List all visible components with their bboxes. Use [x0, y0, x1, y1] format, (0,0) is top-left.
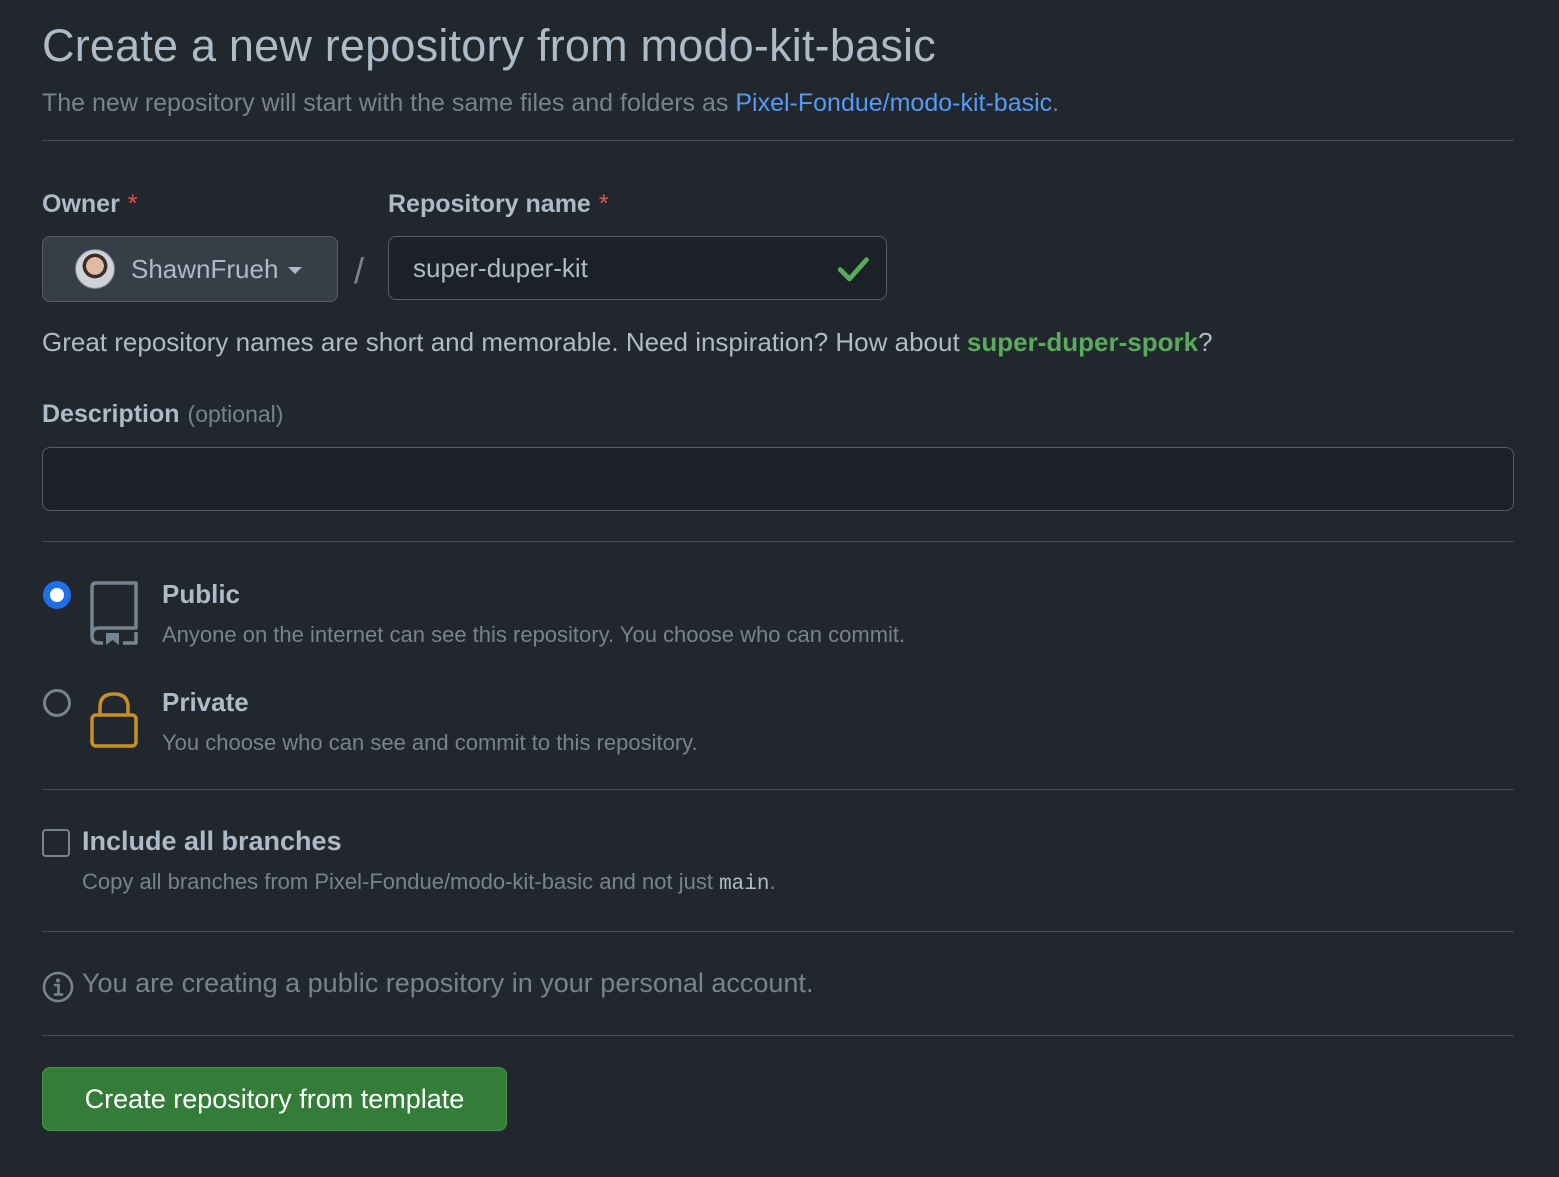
visibility-info-text: You are creating a public repository in …	[82, 968, 814, 998]
description-label-text: Description	[42, 400, 180, 428]
description-label: Description (optional)	[42, 400, 283, 429]
required-marker: *	[598, 190, 609, 218]
branches-desc-prefix: Copy all branches from Pixel-Fondue/modo…	[82, 869, 720, 894]
include-branches-checkbox[interactable]	[42, 829, 70, 857]
page-title: Create a new repository from modo-kit-ba…	[42, 20, 936, 71]
repo-name-label-text: Repository name	[388, 190, 591, 218]
subtitle-suffix: .	[1052, 89, 1060, 117]
branches-desc-suffix: .	[769, 869, 776, 894]
divider	[42, 1035, 1514, 1036]
divider	[42, 541, 1514, 542]
branch-name: main	[719, 873, 770, 896]
repo-icon	[90, 581, 138, 645]
create-repository-button[interactable]: Create repository from template	[42, 1067, 507, 1131]
name-suggestion-link[interactable]: super-duper-spork	[967, 327, 1198, 357]
public-radio[interactable]	[43, 581, 71, 609]
repo-name-hint: Great repository names are short and mem…	[42, 327, 1213, 358]
owner-dropdown[interactable]: ShawnFrueh	[42, 236, 338, 302]
public-option-description: Anyone on the internet can see this repo…	[162, 622, 906, 647]
repo-name-input[interactable]	[388, 236, 887, 300]
private-option-title: Private	[162, 687, 249, 717]
public-option-title: Public	[162, 579, 241, 609]
info-icon	[42, 971, 74, 1003]
include-branches-description: Copy all branches from Pixel-Fondue/modo…	[82, 869, 776, 896]
subtitle-prefix: The new repository will start with the s…	[42, 89, 736, 117]
repo-name-label: Repository name *	[388, 190, 609, 219]
owner-label-text: Owner	[42, 190, 120, 218]
divider	[42, 140, 1514, 141]
page-subtitle: The new repository will start with the s…	[42, 89, 1059, 118]
optional-hint: (optional)	[187, 401, 284, 427]
check-icon	[837, 257, 869, 282]
owner-label: Owner *	[42, 190, 138, 219]
divider	[42, 931, 1514, 932]
include-branches-title: Include all branches	[82, 826, 342, 856]
description-input[interactable]	[42, 447, 1514, 511]
hint-suffix: ?	[1198, 327, 1213, 357]
required-marker: *	[127, 190, 138, 218]
lock-icon	[90, 692, 138, 748]
template-repo-link[interactable]: Pixel-Fondue/modo-kit-basic	[735, 89, 1052, 117]
private-radio[interactable]	[43, 689, 71, 717]
avatar	[75, 249, 115, 289]
divider	[42, 789, 1514, 790]
private-option-description: You choose who can see and commit to thi…	[162, 730, 698, 755]
owner-repo-separator: /	[354, 250, 365, 291]
caret-down-icon	[288, 267, 303, 274]
hint-prefix: Great repository names are short and mem…	[42, 327, 967, 357]
owner-name: ShawnFrueh	[131, 253, 279, 284]
